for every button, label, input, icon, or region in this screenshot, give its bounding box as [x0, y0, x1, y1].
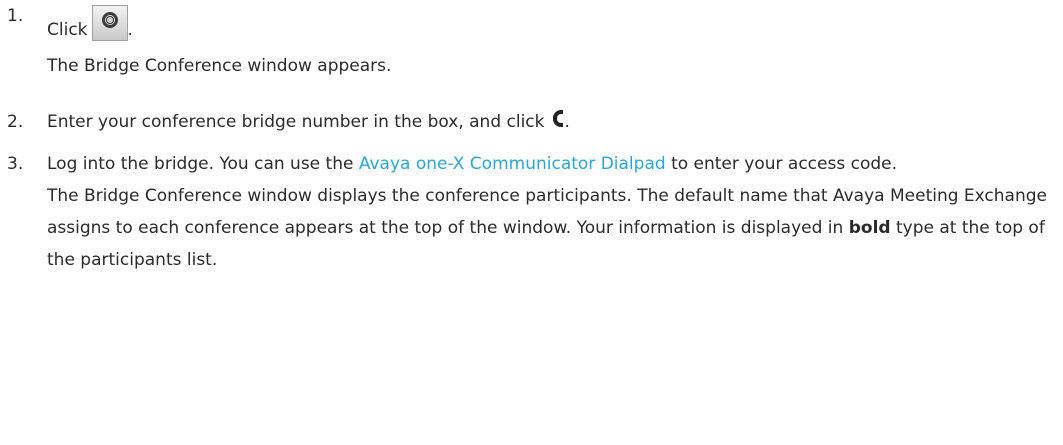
- step-number: 1.: [7, 6, 24, 26]
- step-3: 3. Log into the bridge. You can use the …: [0, 148, 1063, 276]
- step-number: 3.: [7, 154, 24, 174]
- step-text-pre: Enter your conference bridge number in t…: [47, 112, 545, 132]
- step-text-pre: Log into the bridge. You can use the: [47, 154, 354, 174]
- step-text-post: .: [127, 20, 133, 40]
- step-result: The Bridge Conference window displays th…: [47, 180, 1063, 276]
- step-result: The Bridge Conference window appears.: [47, 56, 392, 76]
- bold-text: bold: [848, 218, 891, 238]
- step-text: Log into the bridge. You can use the Ava…: [47, 148, 1063, 180]
- conference-bridge-button-icon[interactable]: [91, 5, 128, 41]
- step-text-post: .: [564, 112, 570, 132]
- dialpad-link[interactable]: Avaya one-X Communicator Dialpad: [359, 154, 666, 174]
- step-2: 2. Enter your conference bridge number i…: [0, 106, 1063, 138]
- step-1: 1. Click. The Bridge Conference window a…: [0, 0, 1063, 82]
- step-text: Enter your conference bridge number in t…: [47, 106, 1063, 138]
- phone-handset-icon[interactable]: [551, 109, 565, 129]
- step-text: Click.: [47, 0, 1063, 46]
- instruction-steps: 1. Click. The Bridge Conference window a…: [0, 0, 1063, 276]
- step-number: 2.: [7, 112, 24, 132]
- step-text-pre: Click: [47, 20, 88, 40]
- step-text-post: to enter your access code.: [671, 154, 898, 174]
